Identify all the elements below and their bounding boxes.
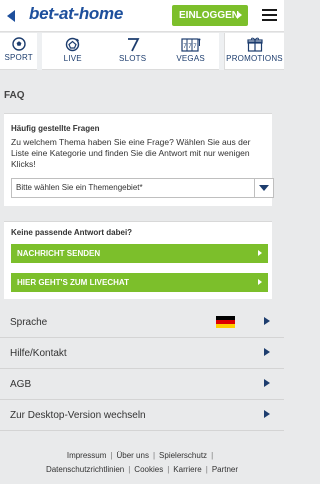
- footer-link-cookies[interactable]: Cookies: [134, 463, 163, 477]
- topic-select-value: Bitte wählen Sie ein Themengebiet*: [16, 183, 143, 192]
- page-title: FAQ: [4, 90, 25, 101]
- livechat-label: HIER GEHT'S ZUM LIVECHAT: [17, 278, 129, 287]
- chevron-right-icon: [264, 379, 270, 387]
- faq-panel-text: Zu welchem Thema haben Sie eine Frage? W…: [11, 137, 251, 169]
- menu-item-terms[interactable]: AGB: [0, 369, 284, 400]
- live-ball-icon: [66, 37, 80, 52]
- footer-separator: |: [205, 465, 208, 474]
- footer-link-about[interactable]: Über uns: [116, 449, 148, 463]
- chevron-right-icon: [237, 11, 242, 19]
- chevron-right-icon: [258, 250, 262, 256]
- footer-separator: |: [152, 451, 156, 460]
- menu-item-desktop[interactable]: Zur Desktop-Version wechseln: [0, 400, 284, 431]
- footer-separator: |: [128, 465, 131, 474]
- login-button-label: EINLOGGEN: [179, 10, 240, 21]
- footer-separator: |: [167, 465, 170, 474]
- hamburger-menu-icon[interactable]: [262, 9, 277, 22]
- send-message-button[interactable]: NACHRICHT SENDEN: [11, 244, 268, 263]
- category-nav: SPORT LIVE SLOTS 7 7 7 VEGAS PROMOTIONS: [0, 33, 284, 70]
- slot-seven-icon: [127, 38, 140, 52]
- nav-item-sport[interactable]: SPORT: [0, 33, 37, 70]
- nav-item-slots[interactable]: SLOTS: [103, 33, 162, 70]
- chevron-right-icon: [264, 317, 270, 325]
- chevron-down-icon: [259, 185, 269, 191]
- faq-panel-heading: Häufig gestellte Fragen: [11, 124, 100, 133]
- menu-item-label: AGB: [10, 379, 32, 390]
- footer-link-careers[interactable]: Karriere: [173, 463, 201, 477]
- nav-item-label: LIVE: [63, 54, 82, 63]
- nav-item-promotions[interactable]: PROMOTIONS: [224, 33, 284, 70]
- header-bar: bet-at-home EINLOGGEN: [0, 0, 284, 32]
- dropdown-button[interactable]: [254, 179, 273, 197]
- contact-panel: Keine passende Antwort dabei? NACHRICHT …: [4, 221, 272, 299]
- menu-item-label: Sprache: [10, 317, 48, 328]
- contact-panel-heading: Keine passende Antwort dabei?: [11, 228, 133, 237]
- menu-item-label: Hilfe/Kontakt: [10, 348, 67, 359]
- login-button[interactable]: EINLOGGEN: [172, 5, 248, 26]
- gift-box-icon: [246, 37, 263, 52]
- menu-item-help[interactable]: Hilfe/Kontakt: [0, 338, 284, 369]
- back-arrow-icon[interactable]: [7, 10, 15, 22]
- nav-item-label: VEGAS: [176, 54, 205, 63]
- soccer-ball-icon: [11, 37, 26, 51]
- nav-item-label: SLOTS: [119, 54, 147, 63]
- german-flag-icon: [216, 316, 235, 328]
- brand-logo[interactable]: bet-at-home: [29, 4, 123, 24]
- topic-select[interactable]: Bitte wählen Sie ein Themengebiet*: [11, 178, 274, 198]
- menu-item-language[interactable]: Sprache: [0, 307, 284, 338]
- footer-link-player-protection[interactable]: Spielerschutz: [159, 449, 207, 463]
- send-message-label: NACHRICHT SENDEN: [17, 249, 101, 258]
- footer-link-partner[interactable]: Partner: [212, 463, 238, 477]
- footer-link-privacy[interactable]: Datenschutzrichtlinien: [46, 463, 124, 477]
- livechat-button[interactable]: HIER GEHT'S ZUM LIVECHAT: [11, 273, 268, 292]
- menu-item-label: Zur Desktop-Version wechseln: [10, 410, 146, 421]
- nav-item-vegas[interactable]: 7 7 7 VEGAS: [162, 33, 219, 70]
- nav-item-label: PROMOTIONS: [226, 54, 283, 63]
- faq-panel: Häufig gestellte Fragen Zu welchem Thema…: [4, 113, 274, 206]
- nav-item-label: SPORT: [4, 53, 33, 62]
- footer-separator: |: [211, 451, 214, 460]
- footer-separator: |: [110, 451, 113, 460]
- footer-links: Impressum | Über uns | Spielerschutz | Date…: [0, 449, 284, 477]
- slot-machine-icon: 7 7 7: [181, 38, 201, 52]
- footer-link-impressum[interactable]: Impressum: [67, 449, 107, 463]
- chevron-right-icon: [264, 348, 270, 356]
- chevron-right-icon: [258, 279, 262, 285]
- svg-text:7: 7: [193, 44, 197, 50]
- chevron-right-icon: [264, 410, 270, 418]
- nav-item-live[interactable]: LIVE: [42, 33, 103, 70]
